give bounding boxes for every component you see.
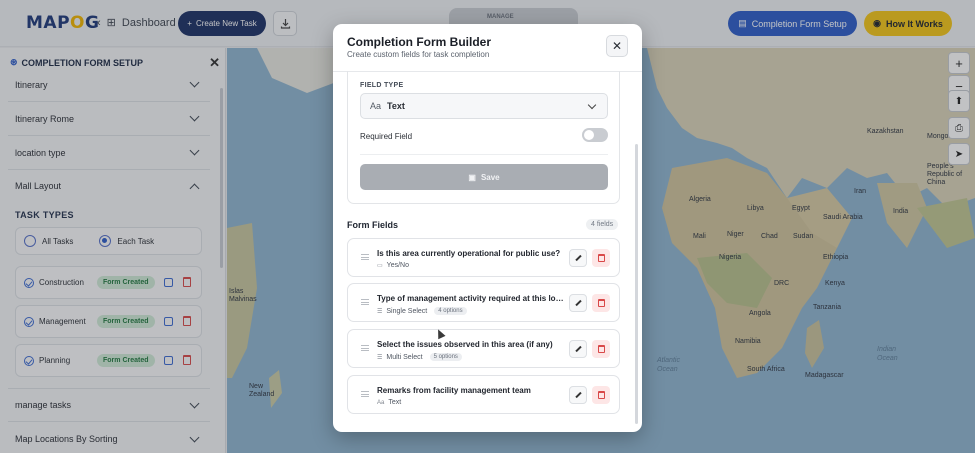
delete-field-button[interactable] [592,386,610,404]
drag-handle-icon[interactable] [361,299,369,305]
form-fields-heading: Form Fields [347,220,399,230]
drag-handle-icon[interactable] [361,345,369,351]
close-modal-button[interactable]: ✕ [606,35,628,57]
form-field-type: ▭ Yes/No [377,262,409,269]
form-field-type-label: Single Select [386,307,428,315]
form-field-type: ☰ Multi Select 5 options [377,353,462,361]
toggle-type-icon: ▭ [377,263,383,269]
form-field-type-label: Yes/No [386,262,409,269]
form-field-name: Is this area currently operational for p… [377,249,561,258]
required-field-toggle[interactable] [582,128,608,142]
form-field-item[interactable]: Remarks from facility management team Aa… [347,375,620,414]
form-field-name: Remarks from facility management team [377,386,531,395]
options-count-badge: 4 options [434,307,467,315]
form-field-item[interactable]: Select the issues observed in this area … [347,329,620,368]
trash-icon [597,345,605,353]
divider [360,154,608,155]
delete-field-button[interactable] [592,294,610,312]
save-icon: ▣ [468,172,476,182]
edit-field-button[interactable] [569,249,587,267]
edit-field-button[interactable] [569,340,587,358]
drag-handle-icon[interactable] [361,254,369,260]
text-type-icon: Aa [377,399,385,406]
list-type-icon: ☰ [377,308,383,315]
field-type-label: FIELD TYPE [360,82,404,89]
field-type-select[interactable]: Aa Text [360,93,608,119]
form-field-name: Type of management activity required at … [377,294,565,303]
trash-icon [597,254,605,262]
trash-icon [597,391,605,399]
form-field-type-label: Text [388,399,402,406]
field-config-panel: FIELD TYPE Aa Text Required Field ▣ Save [347,71,620,204]
form-field-item[interactable]: Type of management activity required at … [347,283,620,322]
form-field-type: ☰ Single Select 4 options [377,307,467,315]
list-type-icon: ☰ [377,354,383,361]
edit-field-button[interactable] [569,294,587,312]
pencil-icon [574,345,582,353]
options-count-badge: 5 options [429,353,462,361]
delete-field-button[interactable] [592,340,610,358]
save-label: Save [480,172,500,182]
pencil-icon [574,254,582,262]
trash-icon [597,299,605,307]
form-field-name: Select the issues observed in this area … [377,340,553,349]
required-field-label: Required Field [360,132,413,141]
modal-title: Completion Form Builder [347,35,491,49]
pencil-icon [574,391,582,399]
delete-field-button[interactable] [592,249,610,267]
form-fields-count-badge: 4 fields [586,219,619,230]
form-field-type-label: Multi Select [386,353,423,361]
chevron-down-icon [587,100,597,110]
completion-form-builder-modal: Completion Form Builder Create custom fi… [333,24,642,432]
form-field-type: Aa Text [377,399,401,406]
field-type-value: Text [387,101,405,111]
pencil-icon [574,299,582,307]
edit-field-button[interactable] [569,386,587,404]
save-button[interactable]: ▣ Save [360,164,608,190]
drag-handle-icon[interactable] [361,391,369,397]
modal-scrollbar[interactable] [635,144,638,424]
form-field-item[interactable]: Is this area currently operational for p… [347,238,620,277]
modal-subtitle: Create custom fields for task completion [347,50,490,59]
text-type-icon: Aa [370,101,382,111]
close-icon: ✕ [611,39,623,53]
